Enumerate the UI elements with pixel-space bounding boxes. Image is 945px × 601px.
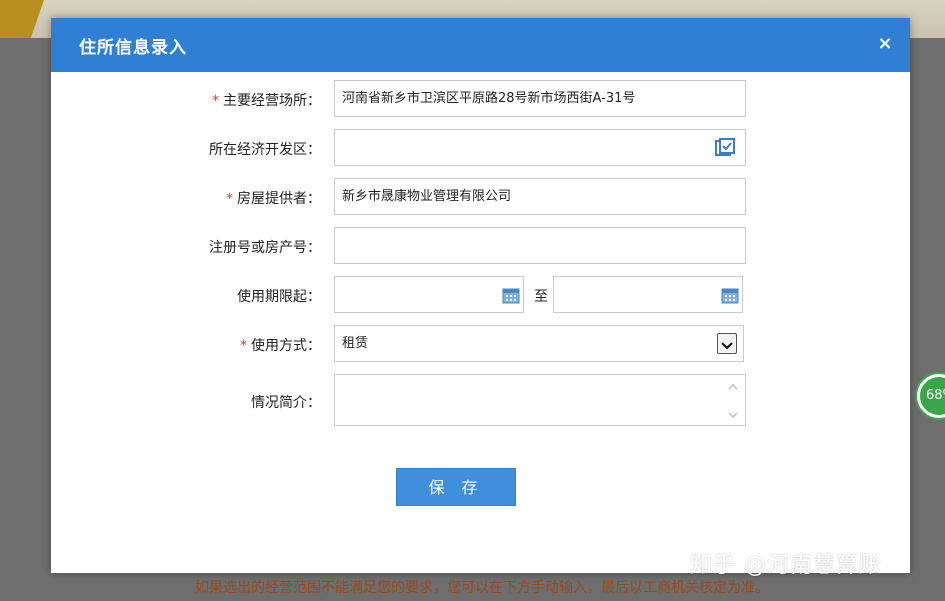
required-mark: * [240, 338, 247, 354]
registration-label: 注册号或房产号： [209, 240, 321, 256]
main-address-input[interactable]: 河南省新乡市卫滨区平原路28号新市场西街A-31号 [334, 80, 746, 117]
development-zone-input[interactable] [334, 129, 746, 166]
required-mark: * [212, 93, 219, 109]
period-separator: 至 [534, 289, 548, 305]
select-list-icon[interactable] [715, 138, 735, 158]
provider-label: * 房屋提供者： [226, 191, 321, 207]
usage-type-label: * 使用方式： [240, 338, 321, 354]
start-date-input[interactable] [334, 276, 524, 313]
registration-input[interactable] [334, 227, 746, 264]
provider-input[interactable]: 新乡市晟康物业管理有限公司 [334, 178, 746, 215]
dialog-title: 住所信息录入 [79, 38, 187, 58]
dialog-header: 住所信息录入 × [51, 18, 910, 72]
description-textarea[interactable] [334, 374, 746, 426]
address-entry-dialog: 住所信息录入 × * 主要经营场所： 河南省新乡市卫滨区平原路28号新市场西街A-… [51, 18, 910, 573]
close-icon[interactable]: × [876, 34, 894, 54]
watermark-text: 知乎 @河南慧算账 [690, 553, 882, 578]
chevron-down-icon[interactable] [717, 333, 737, 354]
background-tab-marker [0, 0, 44, 38]
scroll-arrows-icon[interactable] [727, 381, 739, 421]
end-date-input[interactable] [553, 276, 743, 313]
description-label: 情况简介： [251, 395, 321, 411]
period-label: 使用期限起： [237, 289, 321, 305]
calendar-icon[interactable] [720, 285, 740, 305]
development-zone-label: 所在经济开发区： [209, 142, 321, 158]
usage-type-select[interactable]: 租赁 [334, 325, 744, 362]
save-button[interactable]: 保 存 [396, 468, 516, 506]
main-address-label: * 主要经营场所： [212, 93, 321, 109]
required-mark: * [226, 191, 233, 207]
calendar-icon[interactable] [501, 285, 521, 305]
background-hint-text: 如果选出的经营范围不能满足您的要求，您可以在下方手动输入，最后以工商机关核定为准… [195, 580, 769, 596]
